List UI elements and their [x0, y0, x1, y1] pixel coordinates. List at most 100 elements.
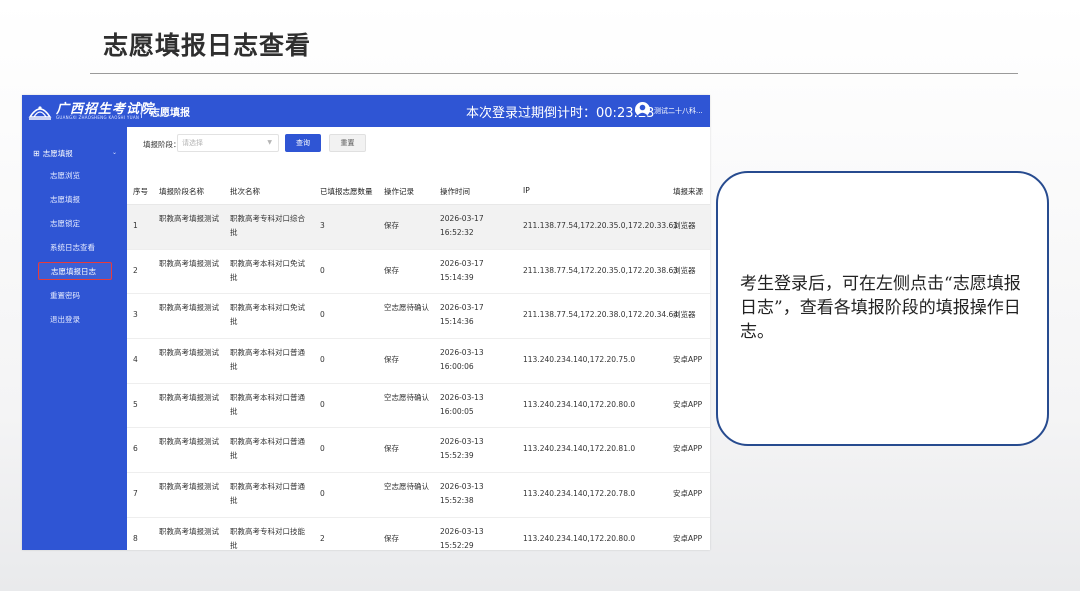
column-header: 批次名称	[230, 187, 260, 196]
fill-source: 安卓APP	[673, 399, 703, 409]
table-body: 1 职教高考填报测试 职教高考专科对口综合批 3 保存 2026-03-17 16:52:…	[127, 205, 710, 550]
action-record: 保存	[384, 533, 399, 543]
sidebar-item-fill-log[interactable]: 志愿填报日志	[38, 262, 112, 280]
ip-address: 113.240.234.140,172.20.80.0	[523, 533, 636, 543]
stage-select-placeholder: 请选择	[182, 139, 203, 147]
column-header: 操作记录	[384, 187, 414, 196]
sidebar-item-reset-password[interactable]: 重置密码	[50, 290, 80, 301]
choice-count: 0	[320, 444, 325, 454]
row-number: 6	[133, 444, 138, 454]
action-time: 2026-03-13 15:52:39	[440, 437, 484, 461]
choice-count: 0	[320, 399, 325, 409]
row-number: 5	[133, 399, 138, 409]
stage-name: 职教高考填报测试	[159, 258, 219, 268]
action-time: 2026-03-13 16:00:05	[440, 392, 484, 416]
batch-name: 职教高考专科对口技能批	[230, 526, 305, 550]
fill-source: 安卓APP	[673, 444, 703, 454]
reset-button[interactable]: 重置	[329, 134, 366, 152]
fill-source: 浏览器	[673, 265, 696, 275]
top-bar: 广西招生考试院 GUANGXI ZHAOSHENG KAOSHI YUAN 志愿…	[22, 95, 710, 127]
logo-icon	[28, 106, 52, 120]
fill-source: 浏览器	[673, 221, 696, 230]
session-countdown: 本次登录过期倒计时：00:23:23	[466, 102, 654, 121]
sidebar-item-system-log[interactable]: 系统日志查看	[50, 242, 95, 253]
ip-address: 211.138.77.54,172.20.38.0,172.20.34.64	[523, 310, 679, 320]
choice-count: 0	[320, 265, 325, 275]
slide-title: 志愿填报日志查看	[103, 31, 312, 60]
fill-source: 安卓APP	[673, 489, 703, 499]
table-row[interactable]: 1 职教高考填报测试 职教高考专科对口综合批 3 保存 2026-03-17 16:52:…	[127, 205, 710, 250]
batch-name: 职教高考本科对口免试批	[230, 303, 305, 327]
header-divider	[141, 104, 142, 118]
batch-name: 职教高考本科对口普通批	[230, 437, 305, 461]
stage-select[interactable]: 请选择 ▼	[177, 134, 279, 152]
sidebar-item-browse[interactable]: 志愿浏览	[50, 170, 80, 181]
column-header: IP	[523, 186, 530, 195]
chevron-down-icon[interactable]: ⌄	[112, 149, 117, 156]
batch-name: 职教高考本科对口普通批	[230, 392, 305, 416]
app-screenshot: 广西招生考试院 GUANGXI ZHAOSHENG KAOSHI YUAN 志愿…	[22, 95, 710, 550]
ip-address: 211.138.77.54,172.20.35.0,172.20.33.61	[523, 221, 679, 230]
action-time: 2026-03-17 16:52:32	[440, 214, 484, 237]
table-row[interactable]: 5 职教高考填报测试 职教高考本科对口普通批 0 空志愿待确认 2026-03-13 16…	[127, 384, 710, 429]
choice-count: 0	[320, 310, 325, 320]
query-button[interactable]: 查询	[285, 134, 321, 152]
ip-address: 113.240.234.140,172.20.78.0	[523, 489, 636, 499]
table-header: 序号 填报阶段名称 批次名称 已填报志愿数量 操作记录 操作时间 IP 填报来源	[127, 177, 710, 205]
avatar[interactable]	[635, 102, 650, 117]
ip-address: 113.240.234.140,172.20.75.0	[523, 355, 636, 365]
action-record: 保存	[384, 221, 399, 230]
callout-box: 考生登录后，可在左侧点击“志愿填报日志”，查看各填报阶段的填报操作日志。	[716, 171, 1049, 446]
ip-address: 211.138.77.54,172.20.35.0,172.20.38.63	[523, 265, 679, 275]
column-header: 序号	[133, 187, 148, 196]
table-row[interactable]: 8 职教高考填报测试 职教高考专科对口技能批 2 保存 2026-03-13 15:52:…	[127, 518, 710, 550]
countdown-label: 本次登录过期倒计时：	[466, 106, 597, 121]
sidebar-item-fill[interactable]: 志愿填报	[50, 194, 80, 205]
user-icon	[637, 104, 648, 116]
action-time: 2026-03-17 15:14:36	[440, 303, 484, 327]
fill-source: 安卓APP	[673, 533, 703, 543]
choice-count: 0	[320, 355, 325, 365]
fill-source: 安卓APP	[673, 355, 703, 365]
action-time: 2026-03-13 16:00:06	[440, 348, 484, 372]
column-header: 填报阶段名称	[159, 187, 204, 196]
action-time: 2026-03-13 15:52:29	[440, 526, 484, 550]
grid-icon: ⊞	[33, 149, 40, 158]
row-number: 7	[133, 489, 138, 499]
ip-address: 113.240.234.140,172.20.81.0	[523, 444, 636, 454]
choice-count: 3	[320, 221, 325, 230]
username[interactable]: 测试二十八科...	[654, 106, 703, 116]
stage-name: 职教高考填报测试	[159, 214, 219, 223]
title-divider	[90, 73, 1018, 74]
table-row[interactable]: 7 职教高考填报测试 职教高考本科对口普通批 0 空志愿待确认 2026-03-13 15…	[127, 473, 710, 518]
action-record: 空志愿待确认	[384, 482, 429, 492]
table-row[interactable]: 4 职教高考填报测试 职教高考本科对口普通批 0 保存 2026-03-13 16:00:…	[127, 339, 710, 384]
system-title: 志愿填报	[150, 108, 190, 119]
action-record: 空志愿待确认	[384, 303, 429, 313]
action-record: 保存	[384, 444, 399, 454]
column-header: 填报来源	[673, 187, 703, 196]
row-number: 2	[133, 265, 138, 275]
table-row[interactable]: 2 职教高考填报测试 职教高考本科对口免试批 0 保存 2026-03-17 15:14:…	[127, 250, 710, 295]
table-row[interactable]: 3 职教高考填报测试 职教高考本科对口免试批 0 空志愿待确认 2026-03-17 15…	[127, 294, 710, 340]
stage-name: 职教高考填报测试	[159, 303, 219, 313]
main-content: 填报阶段： 请选择 ▼ 查询 重置 序号 填报阶段名称 批次名称 已填报志愿数量…	[127, 127, 710, 550]
sidebar-item-logout[interactable]: 退出登录	[50, 314, 80, 325]
column-header: 已填报志愿数量	[320, 187, 373, 196]
stage-name: 职教高考填报测试	[159, 526, 219, 536]
row-number: 1	[133, 221, 138, 230]
chevron-down-icon: ▼	[267, 139, 272, 146]
row-number: 3	[133, 310, 138, 320]
action-record: 保存	[384, 265, 399, 275]
stage-name: 职教高考填报测试	[159, 482, 219, 492]
row-number: 8	[133, 533, 138, 543]
choice-count: 2	[320, 533, 325, 543]
row-number: 4	[133, 355, 138, 365]
sidebar-group-label: 志愿填报	[42, 149, 73, 158]
sidebar-group-volunteer[interactable]: ⊞ 志愿填报	[33, 148, 73, 159]
stage-name: 职教高考填报测试	[159, 392, 219, 402]
table-row[interactable]: 6 职教高考填报测试 职教高考本科对口普通批 0 保存 2026-03-13 15:52:…	[127, 428, 710, 474]
log-table: 序号 填报阶段名称 批次名称 已填报志愿数量 操作记录 操作时间 IP 填报来源…	[127, 177, 710, 550]
sidebar-item-lock[interactable]: 志愿锁定	[50, 218, 80, 229]
fill-source: 浏览器	[673, 310, 696, 320]
